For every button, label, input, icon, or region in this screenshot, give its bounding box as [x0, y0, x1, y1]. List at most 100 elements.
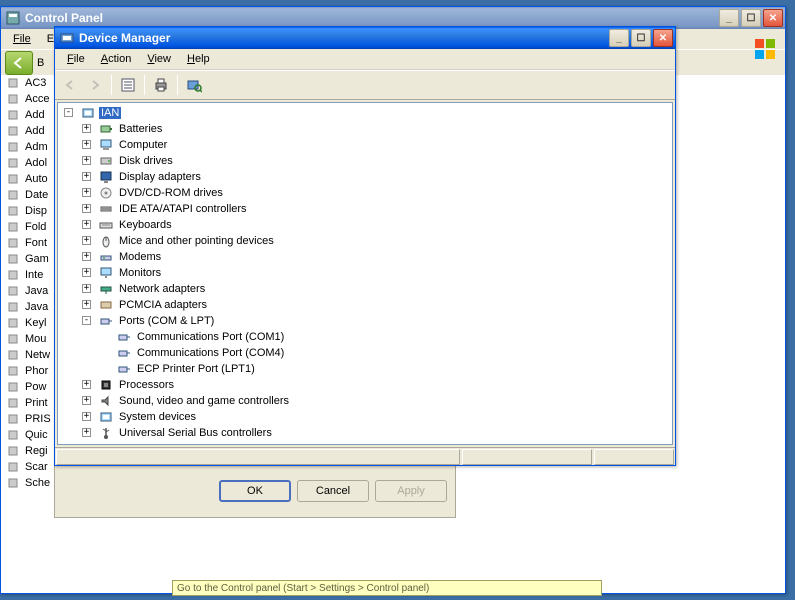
control-panel-item-label: Font: [25, 237, 47, 249]
device-tree-node[interactable]: +Mice and other pointing devices: [60, 233, 670, 249]
tree-expander-icon[interactable]: +: [82, 252, 91, 261]
control-panel-item-icon: [5, 123, 21, 139]
toolbar-properties-icon[interactable]: [117, 74, 139, 96]
device-tree-node[interactable]: +Sound, video and game controllers: [60, 393, 670, 409]
device-tree-node[interactable]: Communications Port (COM4): [60, 345, 670, 361]
tree-expander-icon[interactable]: +: [82, 412, 91, 421]
nav-back-label: B: [37, 57, 44, 69]
dm-close-button[interactable]: ✕: [653, 29, 673, 47]
device-tree-node[interactable]: + Disk drives: [60, 153, 670, 169]
monitor-icon: [98, 265, 114, 281]
hint-tooltip: Go to the Control panel (Start > Setting…: [172, 580, 602, 596]
device-node-label: Disk drives: [117, 155, 175, 167]
control-panel-item-icon: [5, 107, 21, 123]
tree-expander-icon[interactable]: +: [82, 300, 91, 309]
maximize-button[interactable]: ☐: [741, 9, 761, 27]
toolbar-scan-icon[interactable]: [183, 74, 205, 96]
computer-icon: [98, 137, 114, 153]
device-node-label: Ports (COM & LPT): [117, 315, 216, 327]
device-manager-window: Device Manager _ ☐ ✕ File Action View He…: [54, 26, 676, 466]
device-tree-node[interactable]: + Batteries: [60, 121, 670, 137]
control-panel-item-label: Regi: [25, 445, 48, 457]
device-tree-node[interactable]: +System devices: [60, 409, 670, 425]
tree-expander-icon[interactable]: +: [82, 380, 91, 389]
tree-expander-icon[interactable]: +: [82, 204, 91, 213]
device-tree-node[interactable]: +PCMCIA adapters: [60, 297, 670, 313]
control-panel-item-icon: [5, 251, 21, 267]
dm-menu-action[interactable]: Action: [93, 51, 140, 67]
device-tree-node[interactable]: +Processors: [60, 377, 670, 393]
display-icon: [98, 169, 114, 185]
ok-button[interactable]: OK: [219, 480, 291, 502]
control-panel-item-icon: [5, 75, 21, 91]
device-node-label: Communications Port (COM1): [135, 331, 286, 343]
device-node-label: ECP Printer Port (LPT1): [135, 363, 257, 375]
control-panel-item-label: Scar: [25, 461, 48, 473]
control-panel-item-icon: [5, 283, 21, 299]
device-tree-node[interactable]: Communications Port (COM1): [60, 329, 670, 345]
dm-maximize-button[interactable]: ☐: [631, 29, 651, 47]
tree-expander-icon[interactable]: +: [82, 268, 91, 277]
control-panel-item-label: Java: [25, 301, 48, 313]
device-tree-node[interactable]: +IDE ATA/ATAPI controllers: [60, 201, 670, 217]
device-node-label: Communications Port (COM4): [135, 347, 286, 359]
dm-minimize-button[interactable]: _: [609, 29, 629, 47]
device-tree-node[interactable]: +Display adapters: [60, 169, 670, 185]
toolbar-back-icon: [59, 74, 81, 96]
cancel-button[interactable]: Cancel: [297, 480, 369, 502]
device-tree-node[interactable]: +Modems: [60, 249, 670, 265]
pcmcia-icon: [98, 297, 114, 313]
tree-expander-icon[interactable]: +: [82, 124, 91, 133]
usb-icon: [98, 425, 114, 441]
tree-expander-icon[interactable]: -: [82, 316, 91, 325]
device-node-label: Monitors: [117, 267, 163, 279]
tree-expander-icon[interactable]: -: [64, 108, 73, 117]
tree-expander-icon[interactable]: +: [82, 396, 91, 405]
control-panel-item-label: PRIS: [25, 413, 51, 425]
device-tree-node[interactable]: +Network adapters: [60, 281, 670, 297]
device-manager-titlebar[interactable]: Device Manager _ ☐ ✕: [55, 27, 675, 49]
device-node-label: IAN: [99, 107, 121, 119]
tree-expander-icon[interactable]: +: [82, 220, 91, 229]
device-tree-node[interactable]: ECP Printer Port (LPT1): [60, 361, 670, 377]
device-tree-node[interactable]: +Keyboards: [60, 217, 670, 233]
tree-expander-icon[interactable]: +: [82, 188, 91, 197]
control-panel-item-label: Adol: [25, 157, 47, 169]
control-panel-item-icon: [5, 91, 21, 107]
control-panel-item-label: Keyl: [25, 317, 46, 329]
control-panel-item-icon: [5, 219, 21, 235]
device-tree-node[interactable]: +DVD/CD-ROM drives: [60, 185, 670, 201]
tree-expander-icon[interactable]: +: [82, 140, 91, 149]
minimize-button[interactable]: _: [719, 9, 739, 27]
dm-menu-file[interactable]: File: [59, 51, 93, 67]
port-icon: [116, 345, 132, 361]
control-panel-item-label: Inte: [25, 269, 43, 281]
tree-expander-icon[interactable]: +: [82, 428, 91, 437]
device-tree-node[interactable]: - Ports (COM & LPT): [60, 313, 670, 329]
device-tree-node[interactable]: + Universal Serial Bus controllers: [60, 425, 670, 441]
menu-file[interactable]: File: [5, 31, 39, 47]
cd-icon: [98, 185, 114, 201]
device-manager-title: Device Manager: [79, 31, 609, 45]
device-manager-statusbar: [55, 447, 675, 465]
device-tree-node[interactable]: - IAN: [60, 105, 670, 121]
device-manager-menubar: File Action View Help: [55, 49, 675, 70]
device-node-label: Batteries: [117, 123, 164, 135]
dm-menu-view[interactable]: View: [139, 51, 179, 67]
tree-expander-icon[interactable]: +: [82, 284, 91, 293]
device-tree-node[interactable]: +Computer: [60, 137, 670, 153]
modem-icon: [98, 249, 114, 265]
toolbar-print-icon[interactable]: [150, 74, 172, 96]
tree-expander-icon[interactable]: +: [82, 156, 91, 165]
tree-expander-icon[interactable]: +: [82, 236, 91, 245]
control-panel-item-label: Mou: [25, 333, 46, 345]
device-tree-node[interactable]: + Monitors: [60, 265, 670, 281]
control-panel-item-icon: [5, 475, 21, 491]
dm-menu-help[interactable]: Help: [179, 51, 218, 67]
device-node-label: Universal Serial Bus controllers: [117, 427, 274, 439]
tree-expander-icon[interactable]: +: [82, 172, 91, 181]
toolbar-forward-icon: [84, 74, 106, 96]
device-tree[interactable]: -IAN+Batteries+Computer+Disk drives+Disp…: [57, 102, 673, 445]
nav-back-button[interactable]: [5, 51, 33, 75]
close-button[interactable]: ✕: [763, 9, 783, 27]
